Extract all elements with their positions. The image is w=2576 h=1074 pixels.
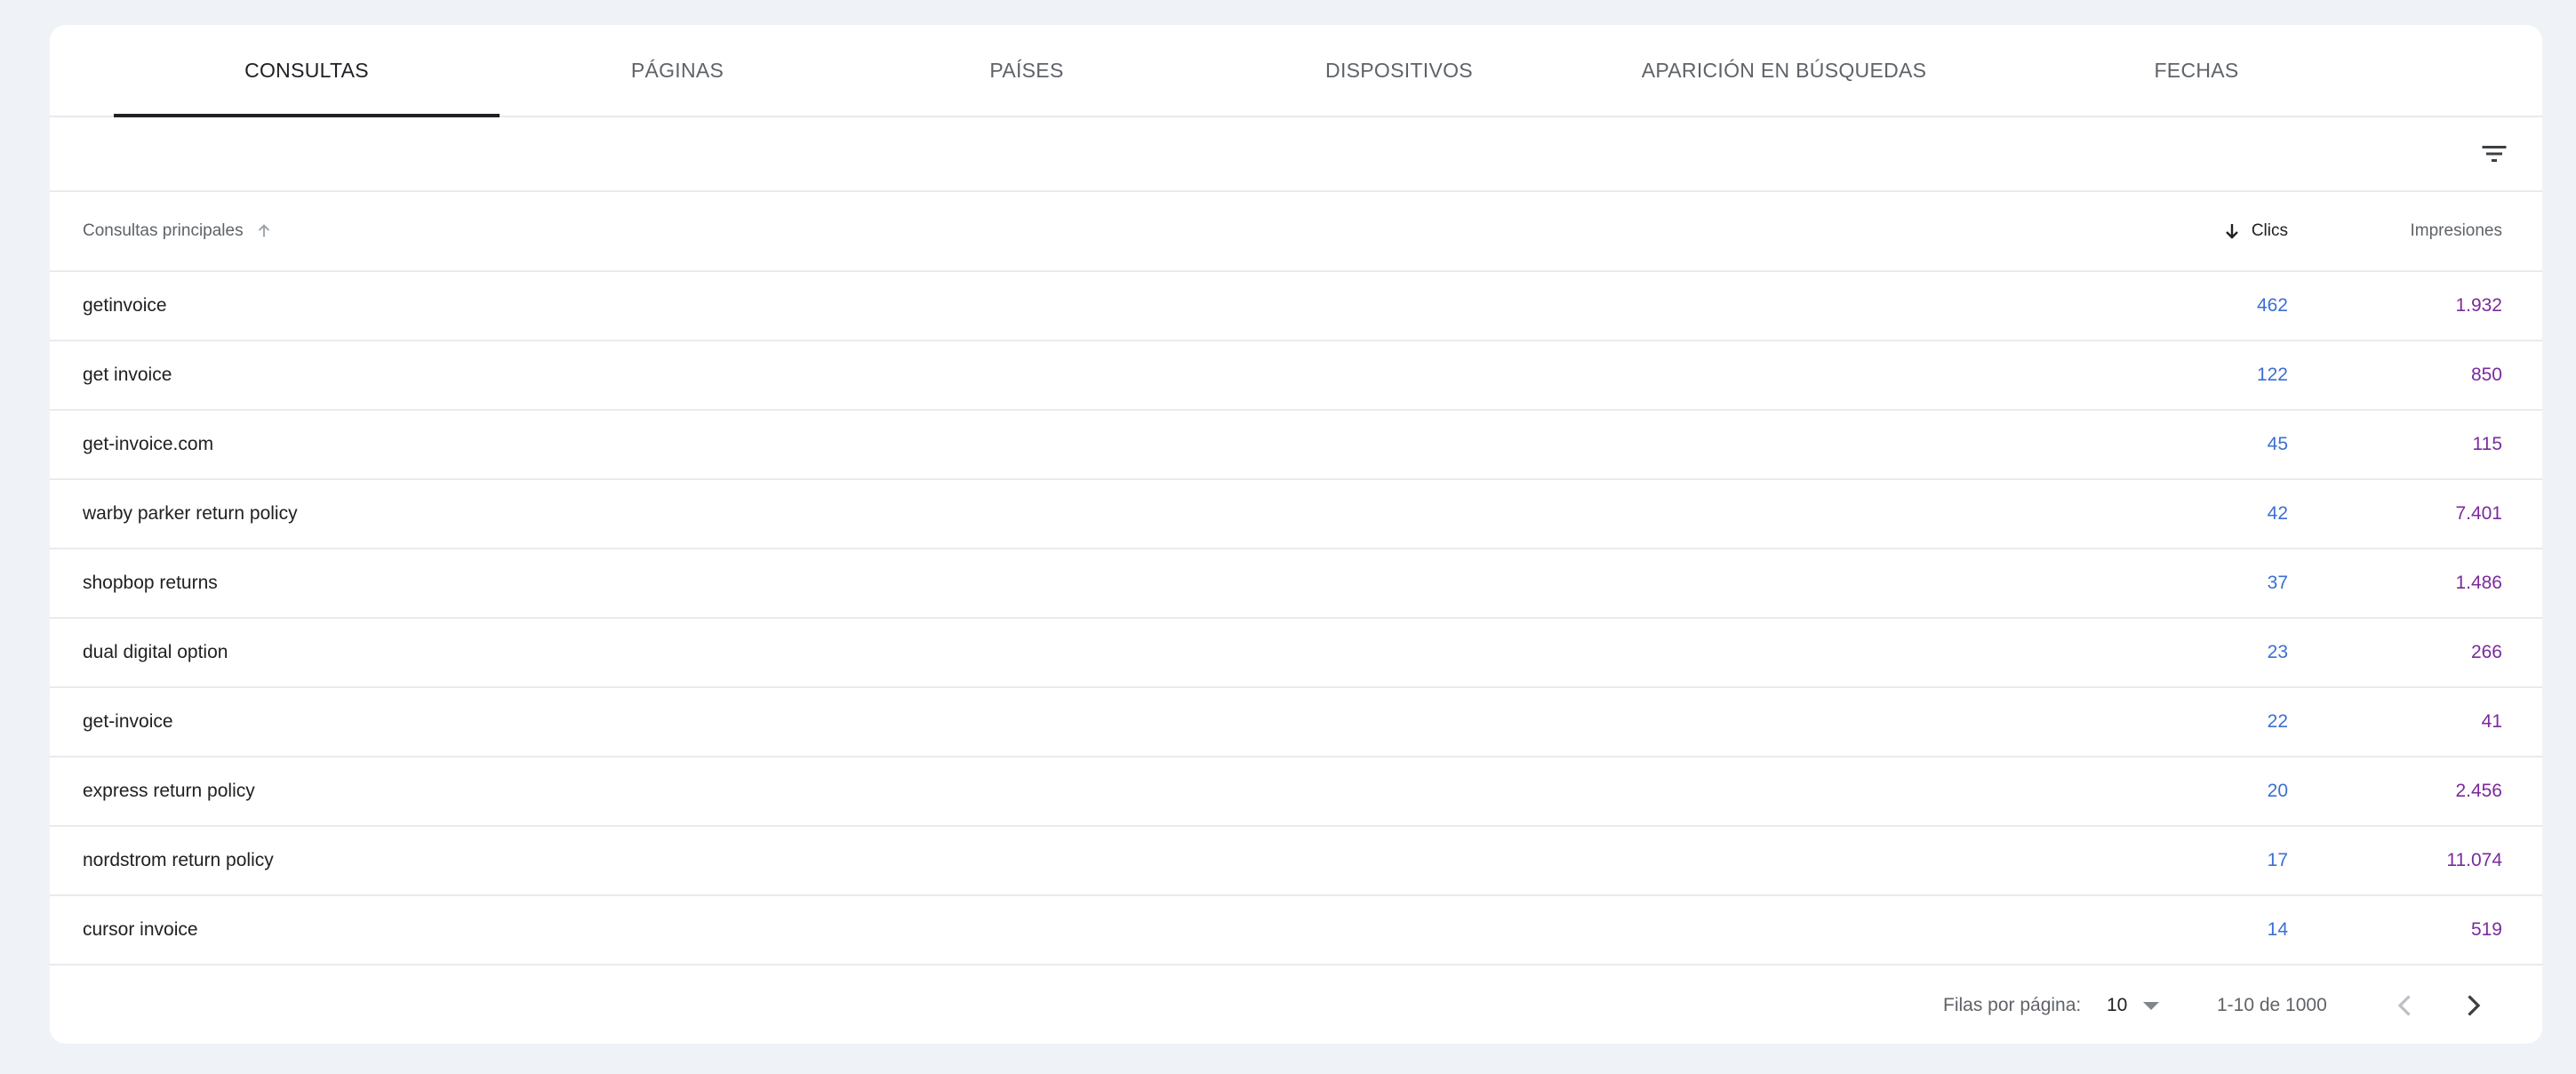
table-header: Consultas principales Clics Impresiones [50, 192, 2542, 272]
clicks-cell: 42 [2267, 503, 2288, 524]
dimension-tabs: CONSULTAS PÁGINAS PAÍSES DISPOSITIVOS AP… [50, 25, 2542, 117]
table-row[interactable]: get invoice 122 850 [50, 341, 2542, 411]
column-header-clicks[interactable]: Clics [2221, 192, 2288, 270]
tab-paginas[interactable]: PÁGINAS [500, 25, 855, 116]
impressions-cell: 266 [2470, 642, 2502, 662]
query-cell: dual digital option [83, 642, 228, 662]
impressions-cell: 7.401 [2455, 503, 2502, 524]
query-cell: express return policy [83, 781, 255, 801]
query-cell: nordstrom return policy [83, 850, 274, 870]
column-header-impressions[interactable]: Impresiones [2411, 192, 2503, 270]
clicks-cell: 23 [2267, 642, 2288, 662]
rows-per-page-select[interactable]: 10 [2107, 966, 2160, 1044]
column-header-query-label: Consultas principales [83, 221, 244, 240]
clicks-cell: 45 [2267, 434, 2288, 454]
clicks-cell: 122 [2256, 365, 2288, 385]
impressions-cell: 41 [2481, 711, 2502, 732]
table-row[interactable]: get-invoice 22 41 [50, 688, 2542, 757]
impressions-cell: 1.486 [2455, 573, 2502, 593]
tab-consultas[interactable]: CONSULTAS [114, 25, 500, 117]
table-row[interactable]: express return policy 20 2.456 [50, 757, 2542, 827]
tab-paises[interactable]: PAÍSES [855, 25, 1198, 116]
column-header-clicks-label: Clics [2251, 221, 2288, 240]
arrow-up-icon [258, 224, 269, 237]
filter-list-icon[interactable] [2478, 138, 2510, 170]
column-header-query[interactable]: Consultas principales [83, 192, 274, 270]
clicks-cell: 14 [2267, 919, 2288, 940]
table-toolbar [50, 117, 2542, 192]
query-cell: cursor invoice [83, 919, 198, 940]
column-header-impressions-label: Impresiones [2410, 221, 2503, 240]
chevron-right-icon[interactable] [2457, 990, 2489, 1022]
tab-fechas[interactable]: FECHAS [1968, 25, 2425, 116]
tab-aparicion-en-busquedas[interactable]: APARICIÓN EN BÚSQUEDAS [1600, 25, 1968, 116]
table-row[interactable]: shopbop returns 37 1.486 [50, 549, 2542, 619]
table-row[interactable]: nordstrom return policy 17 11.074 [50, 827, 2542, 896]
performance-table-card: CONSULTAS PÁGINAS PAÍSES DISPOSITIVOS AP… [50, 25, 2542, 1044]
dropdown-caret-icon [2143, 1001, 2160, 1010]
rows-per-page-value: 10 [2107, 995, 2128, 1015]
query-cell: get-invoice [83, 711, 173, 732]
impressions-cell: 2.456 [2455, 781, 2502, 801]
chevron-left-icon[interactable] [2389, 990, 2421, 1022]
impressions-cell: 850 [2470, 365, 2502, 385]
query-cell: getinvoice [83, 295, 167, 316]
impressions-cell: 11.074 [2446, 850, 2502, 870]
pagination-bar: Filas por página: 10 1-10 de 1000 [50, 966, 2542, 1044]
arrow-down-icon [2225, 224, 2238, 239]
table-body: getinvoice 462 1.932 get invoice 122 850… [50, 272, 2542, 966]
table-row[interactable]: dual digital option 23 266 [50, 619, 2542, 688]
impressions-cell: 115 [2472, 434, 2502, 454]
table-row[interactable]: getinvoice 462 1.932 [50, 272, 2542, 341]
table-row[interactable]: cursor invoice 14 519 [50, 896, 2542, 966]
impressions-cell: 1.932 [2455, 295, 2502, 316]
table-row[interactable]: warby parker return policy 42 7.401 [50, 480, 2542, 549]
clicks-cell: 37 [2267, 573, 2288, 593]
pagination-range: 1-10 de 1000 [2217, 995, 2327, 1015]
table-row[interactable]: get-invoice.com 45 115 [50, 411, 2542, 480]
rows-per-page-label: Filas por página: [1943, 995, 2082, 1015]
clicks-cell: 20 [2267, 781, 2288, 801]
clicks-cell: 17 [2267, 850, 2288, 870]
query-cell: shopbop returns [83, 573, 218, 593]
query-cell: get-invoice.com [83, 434, 214, 454]
impressions-cell: 519 [2470, 919, 2502, 940]
clicks-cell: 22 [2267, 711, 2288, 732]
tab-dispositivos[interactable]: DISPOSITIVOS [1198, 25, 1600, 116]
query-cell: get invoice [83, 365, 172, 385]
clicks-cell: 462 [2256, 295, 2288, 316]
query-cell: warby parker return policy [83, 503, 298, 524]
